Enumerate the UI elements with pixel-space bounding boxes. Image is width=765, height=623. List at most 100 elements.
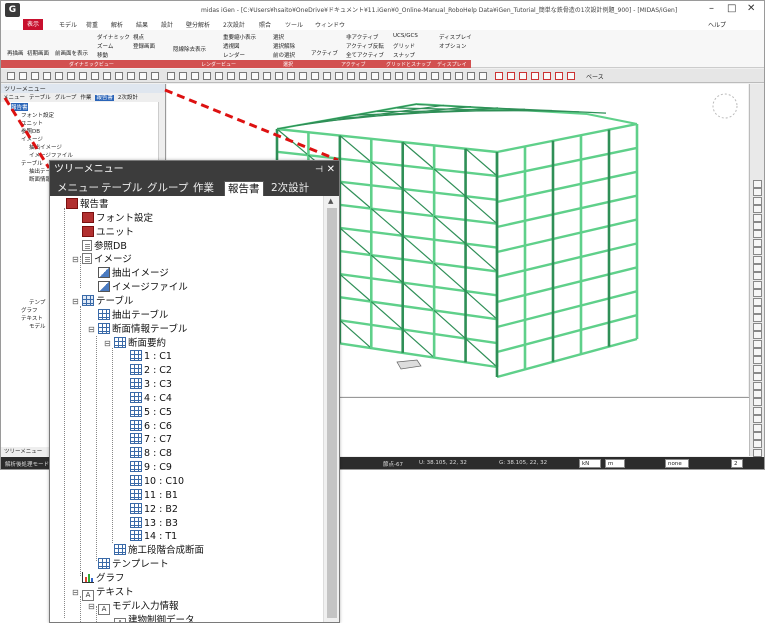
toolbar-button[interactable]	[91, 72, 99, 80]
toolbar-button[interactable]	[299, 72, 307, 80]
toolbar-button[interactable]	[287, 72, 295, 80]
tree-node[interactable]: 4 : C4	[130, 391, 172, 405]
toolbar-button[interactable]	[115, 72, 123, 80]
menu-tab-design[interactable]: 設計	[161, 20, 173, 29]
view-tool-button[interactable]	[753, 205, 762, 214]
toolbar-button[interactable]	[67, 72, 75, 80]
zoom-button[interactable]: ズーム	[97, 42, 113, 50]
toolbar-button[interactable]	[531, 72, 539, 80]
ucs-gcs-button[interactable]: UCS/GCS	[393, 33, 418, 39]
tree-node[interactable]: 9 : C9	[130, 461, 172, 474]
toolbar-button[interactable]	[251, 72, 259, 80]
hidden-line-button[interactable]: 隠線除去表示	[173, 45, 206, 53]
close-icon[interactable]: ✕	[327, 161, 335, 179]
options-button[interactable]: オプション	[439, 42, 467, 50]
view-tool-button[interactable]	[753, 255, 762, 264]
tree-node[interactable]: ⊟ 断面情報テーブル	[88, 322, 187, 336]
tab-work[interactable]: 作業	[80, 95, 91, 101]
toolbar-button[interactable]	[395, 72, 403, 80]
collapse-toggle-icon[interactable]: ⊟	[72, 295, 79, 308]
tab-menu[interactable]: メニュー	[54, 181, 102, 196]
initial-view-button[interactable]: 初期画面	[27, 49, 49, 57]
tab-menu[interactable]: メニュー	[3, 95, 25, 101]
view-tool-button[interactable]	[753, 247, 762, 256]
tree-node[interactable]: 参照DB	[82, 239, 127, 253]
pin-icon[interactable]: ⊣	[315, 161, 323, 179]
toolbar-button[interactable]	[79, 72, 87, 80]
mode-select[interactable]: none	[665, 459, 689, 468]
tree-node[interactable]: 12 : B2	[130, 502, 178, 516]
toolbar-button[interactable]	[407, 72, 415, 80]
close-icon[interactable]: ✕	[747, 3, 755, 14]
left-tree-item[interactable]: テンプ	[29, 298, 45, 306]
render-button[interactable]: レンダー	[223, 51, 245, 59]
view-tool-button[interactable]	[753, 415, 762, 424]
tree-node[interactable]: 10 : C10	[130, 475, 184, 488]
tree-node[interactable]: 7 : C7	[130, 433, 172, 446]
view-tool-button[interactable]	[753, 331, 762, 340]
tab-secondary-design[interactable]: 2次設計	[268, 181, 312, 196]
view-tool-button[interactable]	[753, 364, 762, 373]
view-tool-button[interactable]	[753, 406, 762, 415]
tree-node[interactable]: 施工段階合成断面	[114, 544, 204, 557]
toolbar-button[interactable]	[479, 72, 487, 80]
view-tool-button[interactable]	[753, 314, 762, 323]
toolbar-button[interactable]	[203, 72, 211, 80]
toolbar-button[interactable]	[167, 72, 175, 80]
tab-table[interactable]: テーブル	[29, 95, 51, 101]
toolbar-button[interactable]	[239, 72, 247, 80]
perspective-button[interactable]: 透視図	[223, 42, 240, 50]
length-unit-select[interactable]: m	[605, 459, 625, 468]
toolbar-button[interactable]	[495, 72, 503, 80]
left-tree-item[interactable]: フォント設定	[21, 111, 54, 119]
tree-node[interactable]: ユニット	[82, 225, 134, 239]
menu-tab-wall-analysis[interactable]: 壁分解析	[186, 20, 210, 29]
view-tool-button[interactable]	[753, 180, 762, 188]
toolbar-button[interactable]	[311, 72, 319, 80]
grid-button[interactable]: グリッド	[393, 42, 415, 50]
tree-node[interactable]: ⊟ A モデル入力情報	[88, 600, 179, 615]
collapse-toggle-icon[interactable]: ⊟	[88, 600, 95, 613]
saved-view-button[interactable]: 登録画面	[133, 42, 155, 50]
previous-selection-button[interactable]: 前の選択	[273, 51, 295, 59]
scroll-thumb[interactable]	[327, 208, 337, 618]
tree-node[interactable]: グラフ	[82, 571, 125, 585]
toolbar-button[interactable]	[555, 72, 563, 80]
tree-node[interactable]: 報告書	[66, 198, 109, 211]
view-tool-button[interactable]	[753, 306, 762, 314]
toolbar-button[interactable]	[215, 72, 223, 80]
tree-node[interactable]: 5 : C5	[130, 405, 172, 419]
tree-node[interactable]: 3 : C3	[130, 378, 172, 391]
toolbar-button[interactable]	[7, 72, 15, 80]
inactivate-button[interactable]: 非アクティブ	[346, 33, 378, 41]
view-tool-button[interactable]	[753, 188, 762, 197]
tree-node[interactable]: 抽出イメージ	[98, 267, 169, 280]
tree-node[interactable]: ⊟ テーブル	[72, 294, 133, 308]
scroll-up-icon[interactable]: ▲	[328, 197, 333, 205]
view-tool-button[interactable]	[753, 196, 762, 205]
tree-node[interactable]: フォント設定	[82, 211, 153, 225]
redraw-button[interactable]: 再描画	[7, 49, 24, 57]
toolbar-button[interactable]	[419, 72, 427, 80]
tree-node[interactable]: 14 : T1	[130, 530, 177, 543]
view-tool-button[interactable]	[753, 432, 762, 440]
activate-all-button[interactable]: 全てアクティブ	[346, 51, 384, 59]
left-tree-item[interactable]: モデル	[29, 322, 46, 330]
left-tree-item[interactable]: 参照DB	[21, 127, 40, 135]
left-tree-item[interactable]: 報告書	[11, 103, 28, 111]
menu-tab-secondary-design[interactable]: 2次設計	[223, 20, 245, 29]
tree-node[interactable]: ⊟ 断面要約	[104, 336, 166, 350]
toolbar-button[interactable]	[467, 72, 475, 80]
toolbar-button[interactable]	[151, 72, 159, 80]
pan-button[interactable]: 移動	[97, 51, 108, 59]
left-tree-item[interactable]: 抽出イメージ	[29, 143, 62, 151]
deselect-button[interactable]: 選択解除	[273, 42, 295, 50]
tree-node[interactable]: 11 : B1	[130, 488, 178, 502]
select-button[interactable]: 選択	[273, 33, 284, 41]
left-tree-item[interactable]: 断面情報	[29, 175, 51, 183]
collapse-toggle-icon[interactable]: ⊟	[72, 253, 79, 266]
tree-node[interactable]: 2 : C2	[130, 364, 172, 377]
view-tool-button[interactable]	[753, 348, 762, 356]
view-tool-button[interactable]	[753, 339, 762, 348]
maximize-icon[interactable]: □	[727, 3, 736, 14]
